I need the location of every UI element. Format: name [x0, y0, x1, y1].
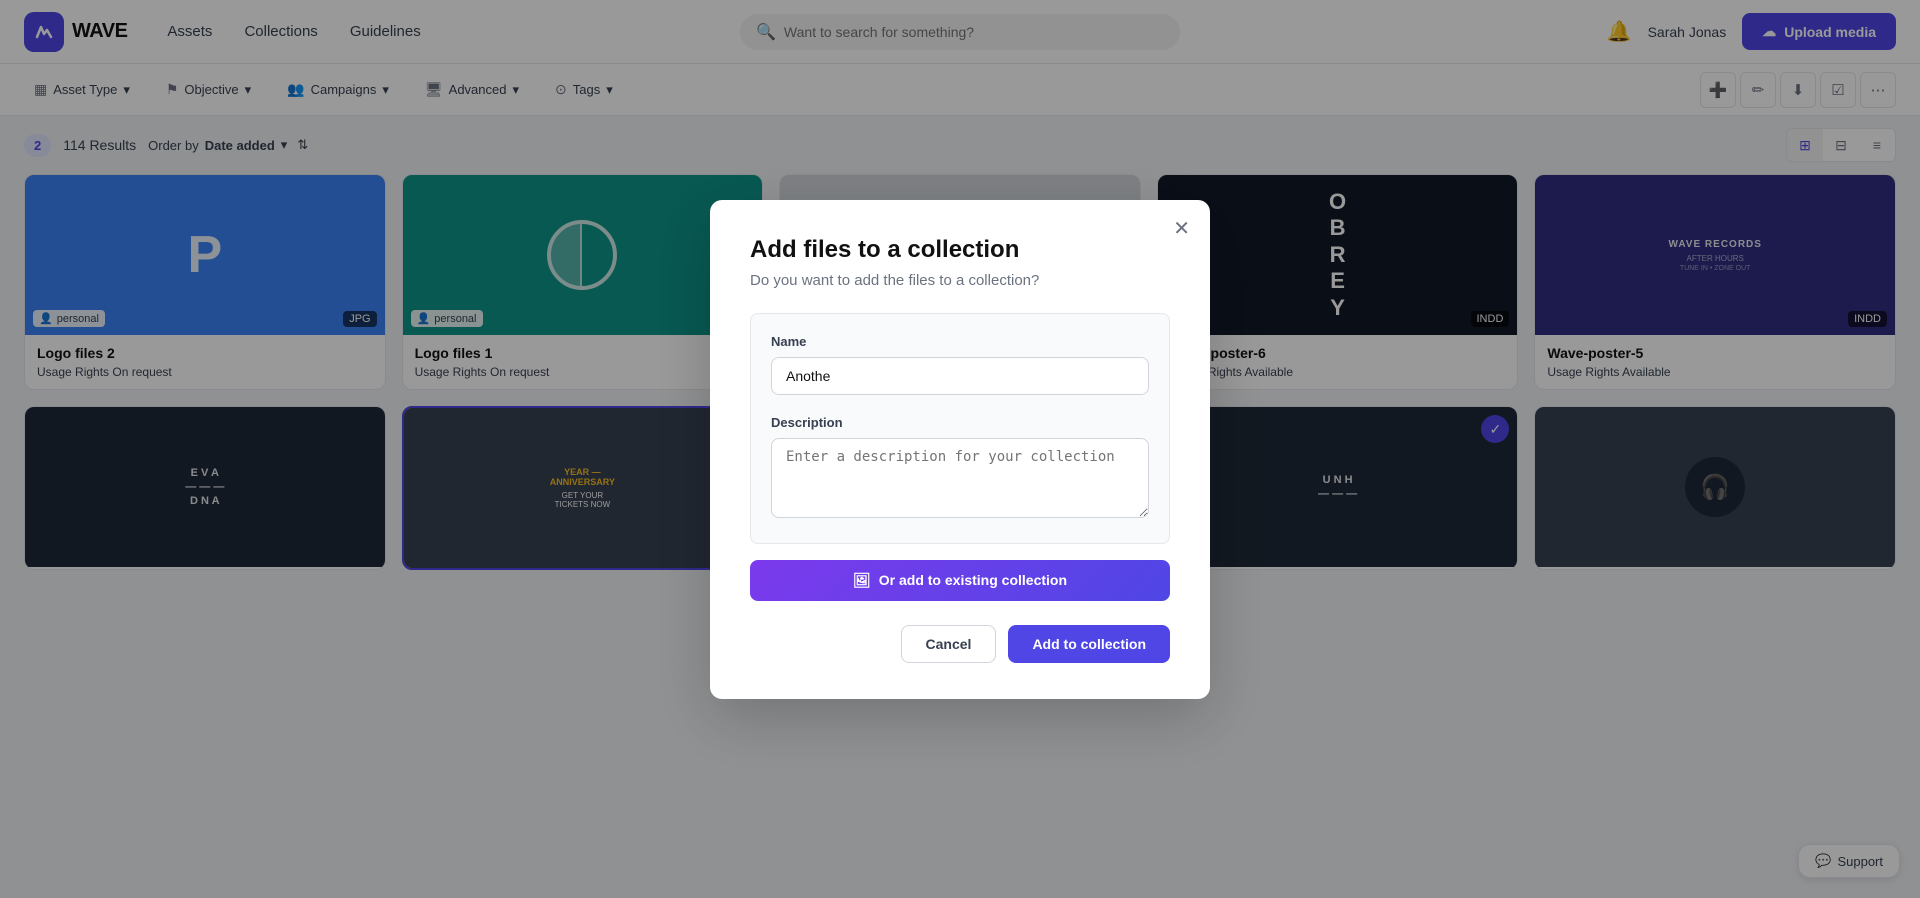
description-label: Description [771, 415, 1149, 430]
collection-icon: 🖼 [853, 572, 871, 589]
name-label: Name [771, 334, 1149, 349]
description-input[interactable] [771, 438, 1149, 518]
name-input[interactable] [771, 357, 1149, 395]
modal-overlay: ✕ Add files to a collection Do you want … [0, 0, 1920, 898]
add-to-existing-collection-button[interactable]: 🖼 Or add to existing collection [750, 560, 1170, 601]
modal-form-section: Name Description [750, 313, 1170, 544]
add-to-collection-modal: ✕ Add files to a collection Do you want … [710, 200, 1210, 699]
cancel-button[interactable]: Cancel [901, 625, 997, 663]
add-to-collection-button[interactable]: Add to collection [1008, 625, 1170, 663]
modal-footer: Cancel Add to collection [750, 625, 1170, 663]
modal-close-button[interactable]: ✕ [1173, 216, 1190, 241]
name-field-group: Name [771, 334, 1149, 395]
description-field-group: Description [771, 415, 1149, 523]
modal-subtitle: Do you want to add the files to a collec… [750, 272, 1170, 289]
modal-title: Add files to a collection [750, 236, 1170, 264]
